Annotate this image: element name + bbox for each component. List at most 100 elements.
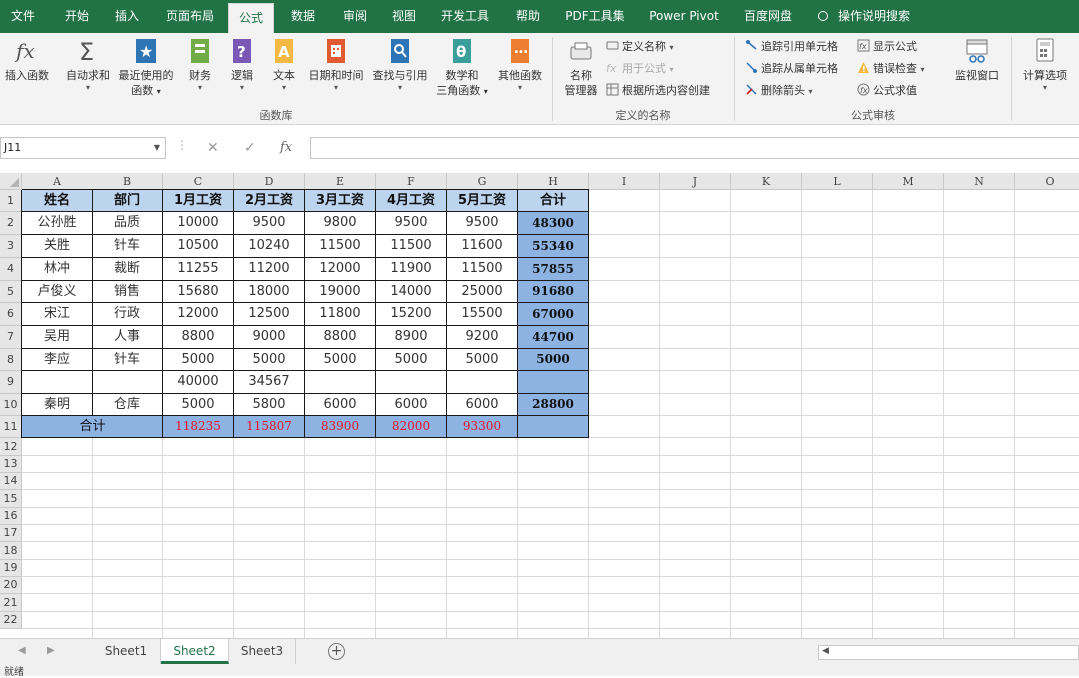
evaluate-formula-button[interactable]: fx 公式求值 xyxy=(857,82,917,100)
sum-cell[interactable]: 5000 xyxy=(518,349,588,370)
table-cell[interactable]: 14000 xyxy=(376,281,446,302)
table-cell[interactable]: 行政 xyxy=(92,303,162,325)
table-cell[interactable]: 11255 xyxy=(163,258,233,280)
table-cell[interactable]: 针车 xyxy=(92,349,162,370)
total-cell[interactable]: 115807 xyxy=(234,416,304,437)
menu-tab-6[interactable]: 审阅 xyxy=(340,0,370,33)
table-cell[interactable]: 15200 xyxy=(376,303,446,325)
horizontal-scrollbar[interactable]: ◀ xyxy=(818,645,1079,660)
row-header-11[interactable]: 11 xyxy=(0,416,22,438)
sum-cell[interactable]: 91680 xyxy=(518,281,588,302)
table-header-cell[interactable]: 部门 xyxy=(92,190,162,211)
table-cell[interactable]: 5000 xyxy=(447,349,517,370)
date-time-button[interactable]: 日期和时间 ▾ xyxy=(304,37,368,93)
menu-tab-4[interactable]: 公式 xyxy=(228,3,274,33)
table-cell[interactable]: 仓库 xyxy=(92,394,162,415)
trace-precedents-button[interactable]: 追踪引用单元格 xyxy=(745,38,838,56)
table-cell[interactable]: 关胜 xyxy=(22,235,92,257)
table-cell[interactable]: 9500 xyxy=(234,212,304,234)
sheet-tab-sheet3[interactable]: Sheet3 xyxy=(229,639,296,664)
menu-tab-10[interactable]: PDF工具集 xyxy=(565,0,625,33)
table-header-cell[interactable]: 合计 xyxy=(518,190,588,211)
name-manager-button[interactable]: 名称 管理器 xyxy=(558,37,604,98)
table-cell[interactable] xyxy=(22,371,92,393)
create-from-selection-button[interactable]: 根据所选内容创建 xyxy=(606,82,710,100)
column-header-F[interactable]: F xyxy=(376,173,447,190)
lookup-button[interactable]: 查找与引用 ▾ xyxy=(369,37,431,93)
table-cell[interactable] xyxy=(447,371,517,393)
row-header-10[interactable]: 10 xyxy=(0,394,22,416)
sum-cell[interactable]: 28800 xyxy=(518,394,588,415)
table-header-cell[interactable]: 姓名 xyxy=(22,190,92,211)
name-box[interactable]: J11 ▼ xyxy=(0,137,166,159)
menu-tab-0[interactable]: 文件 xyxy=(10,0,36,33)
table-cell[interactable] xyxy=(305,371,375,393)
column-header-B[interactable]: B xyxy=(92,173,163,190)
menu-tab-12[interactable]: 百度网盘 xyxy=(743,0,793,33)
menu-tab-8[interactable]: 开发工具 xyxy=(439,0,491,33)
row-header-7[interactable]: 7 xyxy=(0,326,22,349)
table-cell[interactable]: 卢俊义 xyxy=(22,281,92,302)
table-cell[interactable]: 5800 xyxy=(234,394,304,415)
table-cell[interactable]: 9500 xyxy=(376,212,446,234)
row-header-1[interactable]: 1 xyxy=(0,190,22,212)
column-header-H[interactable]: H xyxy=(518,173,589,190)
worksheet-grid[interactable]: A B C D E F G H I J K L M N O 1 2 3 4 5 6 7 8 9 10 11 12 13 14 15 16 17… xyxy=(0,173,1079,638)
row-header-14[interactable]: 14 xyxy=(0,473,22,490)
table-header-cell[interactable]: 3月工资 xyxy=(305,190,375,211)
table-cell[interactable]: 10240 xyxy=(234,235,304,257)
insert-function-button[interactable]: fx 插入函数 xyxy=(2,37,52,83)
formula-input[interactable] xyxy=(310,137,1079,159)
table-header-cell[interactable]: 2月工资 xyxy=(234,190,304,211)
row-header-2[interactable]: 2 xyxy=(0,212,22,235)
tell-me-search[interactable]: 操作说明搜索 xyxy=(818,0,910,33)
row-header-17[interactable]: 17 xyxy=(0,525,22,542)
watch-window-button[interactable]: 监视窗口 xyxy=(950,37,1004,83)
table-cell[interactable]: 8800 xyxy=(305,326,375,348)
error-checking-button[interactable]: ! 错误检查 ▾ xyxy=(857,60,925,78)
row-header-9[interactable]: 9 xyxy=(0,371,22,394)
total-cell[interactable] xyxy=(518,416,588,437)
table-cell[interactable]: 11500 xyxy=(305,235,375,257)
table-cell[interactable]: 5000 xyxy=(376,349,446,370)
row-header-6[interactable]: 6 xyxy=(0,303,22,326)
column-header-K[interactable]: K xyxy=(731,173,802,190)
table-cell[interactable]: 11500 xyxy=(447,258,517,280)
row-header-8[interactable]: 8 xyxy=(0,349,22,371)
autosum-button[interactable]: Σ 自动求和 ▾ xyxy=(62,37,114,93)
sum-cell[interactable]: 57855 xyxy=(518,258,588,280)
sum-cell[interactable] xyxy=(518,371,588,393)
row-header-15[interactable]: 15 xyxy=(0,490,22,508)
math-trig-button[interactable]: θ 数学和 三角函数 ▾ xyxy=(432,37,492,99)
menu-tab-11[interactable]: Power Pivot xyxy=(649,0,719,33)
column-header-E[interactable]: E xyxy=(305,173,376,190)
insert-function-fx-button[interactable]: fx xyxy=(280,137,292,159)
table-cell[interactable]: 5000 xyxy=(305,349,375,370)
column-header-N[interactable]: N xyxy=(944,173,1015,190)
cancel-button[interactable]: ✕ xyxy=(207,137,219,159)
column-header-J[interactable]: J xyxy=(660,173,731,190)
chevron-down-icon[interactable]: ▼ xyxy=(154,138,160,158)
column-header-I[interactable]: I xyxy=(589,173,660,190)
define-name-button[interactable]: 定义名称 ▾ xyxy=(606,38,674,56)
table-cell[interactable]: 9800 xyxy=(305,212,375,234)
logical-button[interactable]: ? 逻辑 ▾ xyxy=(222,37,262,93)
menu-tab-1[interactable]: 开始 xyxy=(64,0,90,33)
table-cell[interactable]: 11200 xyxy=(234,258,304,280)
table-cell[interactable]: 25000 xyxy=(447,281,517,302)
total-cell[interactable]: 82000 xyxy=(376,416,446,437)
table-cell[interactable]: 5000 xyxy=(163,349,233,370)
row-header-19[interactable]: 19 xyxy=(0,560,22,577)
next-sheet-arrow-icon[interactable]: ▶ xyxy=(47,645,55,656)
sheet-tab-sheet1[interactable]: Sheet1 xyxy=(92,639,161,664)
row-header-3[interactable]: 3 xyxy=(0,235,22,258)
use-in-formula-button[interactable]: fx 用于公式 ▾ xyxy=(606,60,674,78)
select-all-corner[interactable] xyxy=(0,173,22,190)
table-cell[interactable]: 40000 xyxy=(163,371,233,393)
table-cell[interactable]: 19000 xyxy=(305,281,375,302)
add-sheet-button[interactable]: + xyxy=(328,643,345,660)
text-button[interactable]: A 文本 ▾ xyxy=(264,37,304,93)
row-header-16[interactable]: 16 xyxy=(0,508,22,525)
table-cell[interactable]: 10000 xyxy=(163,212,233,234)
table-cell[interactable]: 11900 xyxy=(376,258,446,280)
